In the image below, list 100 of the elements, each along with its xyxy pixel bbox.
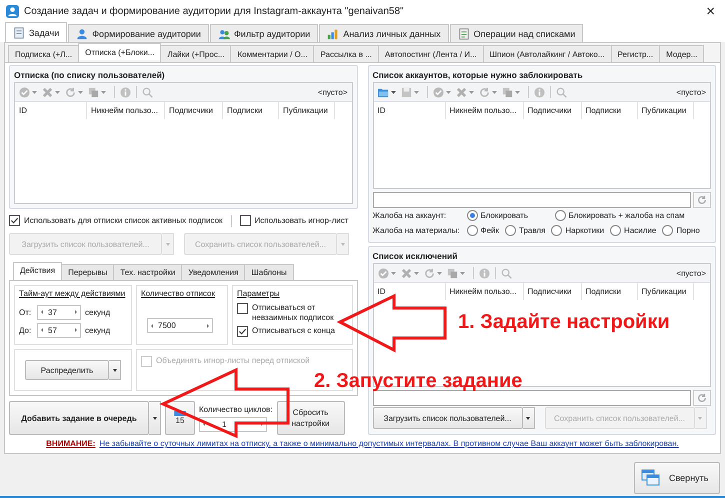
close-button[interactable]: × [702, 2, 719, 20]
checkbox-label: Отписываться с конца [252, 326, 335, 336]
radio-button[interactable] [662, 225, 674, 236]
copy-icon[interactable] [446, 268, 458, 278]
panel-title: Список аккаунтов, которые нужно заблокировать [372, 69, 584, 82]
main-tab[interactable]: Операции над списками [450, 24, 584, 42]
column-header[interactable]: Подписки [582, 102, 638, 119]
warning-label[interactable]: ВНИМАНИЕ: [46, 439, 96, 448]
column-header[interactable]: Публикации [638, 102, 694, 119]
warning-link[interactable]: Не забывайте о суточных лимитах на отписку, а также о минимально допустимых интервалах. В противном случае Ваш аккаунт может быть заблокирован. [99, 439, 679, 448]
number-field[interactable]: 57 [37, 322, 81, 338]
radio-label: Порно [676, 226, 700, 235]
radio-button[interactable] [505, 225, 516, 236]
checkbox[interactable] [240, 215, 251, 226]
field-label: От: [19, 308, 32, 316]
settings-tab[interactable]: Действия [13, 262, 62, 280]
collapse-button[interactable]: Свернуть [634, 462, 720, 494]
group-title: Количество отписок [141, 288, 216, 299]
main-tab[interactable]: Задачи [5, 22, 68, 42]
check-icon[interactable] [19, 86, 30, 98]
radio-button[interactable] [554, 210, 566, 221]
search-icon[interactable] [556, 86, 566, 98]
add-task-button[interactable]: Добавить задание в очередь [9, 401, 149, 435]
copy-icon[interactable] [88, 86, 99, 98]
input-field[interactable] [372, 390, 691, 406]
save-icon[interactable] [400, 86, 412, 98]
sub-tab[interactable]: Отписка (+Блоки... [78, 43, 162, 60]
distribute-button[interactable]: Распределить [25, 360, 109, 380]
column-header[interactable]: Никнейм пользо... [87, 102, 165, 119]
search-icon[interactable] [500, 268, 512, 278]
refresh-icon [697, 195, 707, 205]
status-text: <пусто> [676, 268, 706, 278]
close-icon[interactable] [456, 86, 466, 98]
checkbox[interactable] [237, 326, 248, 337]
column-header[interactable]: Публикации [638, 283, 694, 300]
checkbox-label: Объединять игнор-листы перед отпиской [156, 356, 310, 365]
refresh-button[interactable] [693, 390, 711, 406]
main-tab[interactable]: Анализ личных данных [319, 24, 449, 42]
column-header[interactable]: Подписчики [524, 102, 582, 119]
checkbox[interactable] [237, 303, 248, 314]
folder-icon[interactable] [378, 86, 388, 98]
close-icon[interactable] [42, 86, 53, 98]
radio-label: Блокировать [480, 211, 529, 220]
info-icon[interactable] [478, 268, 490, 278]
panel-title: Отписка (по списку пользователей) [14, 69, 166, 82]
check-icon[interactable] [378, 268, 388, 278]
copy-icon[interactable] [502, 86, 512, 98]
dropdown-button[interactable] [522, 407, 534, 429]
column-header[interactable]: Подписки [223, 102, 279, 119]
radio-button[interactable] [466, 210, 478, 221]
sub-tab[interactable]: Комментарии / О... [230, 45, 314, 62]
sub-tab[interactable]: Рассылка в ... [313, 45, 379, 62]
settings-tab[interactable]: Тех. настройки [113, 264, 182, 280]
column-header[interactable]: Подписчики [524, 283, 582, 300]
radio-button[interactable] [610, 225, 622, 236]
refresh-icon[interactable] [65, 86, 76, 98]
main-tab[interactable]: Формирование аудитории [68, 24, 209, 42]
sub-tab[interactable]: Шпион (Автолайкинг / Автоко... [482, 45, 612, 62]
settings-tab[interactable]: Перерывы [61, 264, 114, 280]
sub-tab[interactable]: Лайки (+Прос... [160, 45, 232, 62]
radio-label: Насилие [624, 226, 656, 235]
list-button[interactable]: Загрузить список пользователей... [372, 407, 522, 429]
sub-tab[interactable]: Подписка (+Л... [8, 45, 80, 62]
column-header[interactable]: Никнейм пользо... [446, 102, 524, 119]
close-icon[interactable] [400, 268, 412, 278]
settings-tab[interactable]: Шаблоны [244, 264, 294, 280]
checkbox[interactable] [9, 215, 20, 226]
sub-tab[interactable]: Автопостинг (Лента / И... [378, 45, 484, 62]
main-tab[interactable]: Фильтр аудитории [210, 24, 318, 42]
search-icon[interactable] [142, 86, 153, 98]
sub-tab[interactable]: Модер... [659, 45, 704, 62]
column-header[interactable]: Никнейм пользо... [446, 283, 524, 300]
radio-button[interactable] [551, 225, 562, 236]
refresh-icon [697, 393, 707, 403]
refresh-icon[interactable] [478, 86, 490, 98]
unit-label: секунд [85, 308, 110, 316]
refresh-icon[interactable] [424, 268, 434, 278]
input-field[interactable] [372, 192, 691, 208]
column-header[interactable]: ID [15, 102, 87, 119]
column-header[interactable]: Подписки [582, 283, 638, 300]
sub-tab[interactable]: Регистр... [610, 45, 660, 62]
dropdown-button[interactable] [109, 360, 121, 380]
settings-tab[interactable]: Уведомления [181, 264, 246, 280]
reset-button[interactable]: Сбросить настройки [276, 401, 345, 435]
column-header[interactable]: ID [374, 102, 446, 119]
caret-icon[interactable] [390, 90, 396, 94]
radio-label: Травля [519, 226, 546, 235]
number-field[interactable]: 7500 [147, 318, 213, 333]
list-icon [458, 28, 470, 40]
radio-button[interactable] [466, 225, 478, 236]
info-icon[interactable] [120, 86, 131, 98]
number-field[interactable]: 37 [37, 304, 81, 320]
info-icon[interactable] [534, 86, 544, 98]
column-header[interactable]: ID [374, 283, 446, 300]
panel-title: Список исключений [372, 250, 458, 263]
column-header[interactable]: Подписчики [165, 102, 223, 119]
column-header[interactable]: Публикации [279, 102, 335, 119]
status-text: <пусто> [676, 88, 706, 96]
check-icon[interactable] [432, 86, 444, 98]
refresh-button[interactable] [693, 192, 711, 208]
